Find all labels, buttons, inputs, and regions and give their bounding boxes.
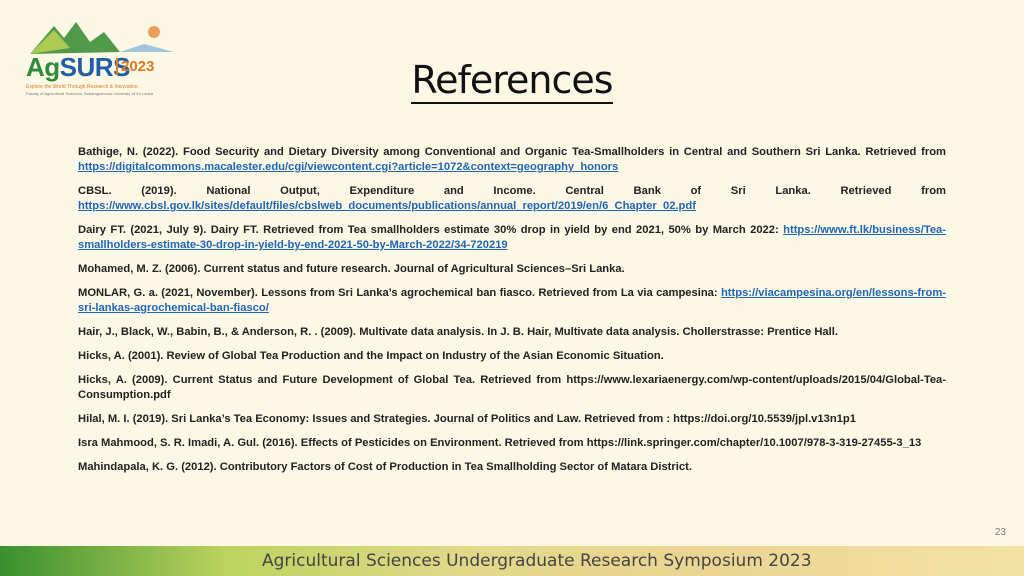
reference-item: Dairy FT. (2021, July 9). Dairy FT. Retr… [78, 223, 946, 253]
footer-text: Agricultural Sciences Undergraduate Rese… [262, 551, 812, 571]
reference-item: Hicks, A. (2009). Current Status and Fut… [78, 373, 946, 403]
reference-item: Hilal, M. I. (2019). Sri Lanka’s Tea Eco… [78, 412, 946, 427]
footer-bar: Agricultural Sciences Undergraduate Rese… [0, 546, 1024, 576]
reference-text: Isra Mahmood, S. R. Imadi, A. Gul. (2016… [78, 437, 922, 449]
reference-text: Mohamed, M. Z. (2006). Current status an… [78, 263, 625, 275]
reference-text: Hicks, A. (2001). Review of Global Tea P… [78, 350, 664, 362]
reference-text: Mahindapala, K. G. (2012). Contributory … [78, 461, 692, 473]
reference-link[interactable]: https://digitalcommons.macalester.edu/cg… [78, 161, 618, 173]
reference-text: Hilal, M. I. (2019). Sri Lanka’s Tea Eco… [78, 413, 856, 425]
reference-item: Mohamed, M. Z. (2006). Current status an… [78, 262, 946, 277]
reference-text: CBSL. (2019). National Output, Expenditu… [78, 185, 946, 197]
reference-item: Isra Mahmood, S. R. Imadi, A. Gul. (2016… [78, 436, 946, 451]
reference-text: Dairy FT. (2021, July 9). Dairy FT. Retr… [78, 224, 784, 236]
reference-item: Hair, J., Black, W., Babin, B., & Anders… [78, 325, 946, 340]
reference-item: Mahindapala, K. G. (2012). Contributory … [78, 460, 946, 475]
reference-text: Hicks, A. (2009). Current Status and Fut… [78, 374, 946, 401]
reference-text: Hair, J., Black, W., Babin, B., & Anders… [78, 326, 838, 338]
page-title-text: References [411, 58, 614, 104]
reference-item: MONLAR, G. a. (2021, November). Lessons … [78, 286, 946, 316]
reference-text: MONLAR, G. a. (2021, November). Lessons … [78, 287, 721, 299]
reference-text: Bathige, N. (2022). Food Security and Di… [78, 146, 946, 158]
reference-link[interactable]: https://www.cbsl.gov.lk/sites/default/fi… [78, 200, 696, 212]
reference-item: Bathige, N. (2022). Food Security and Di… [78, 145, 946, 175]
page-number: 23 [994, 527, 1006, 538]
reference-item: Hicks, A. (2001). Review of Global Tea P… [78, 349, 946, 364]
reference-list: Bathige, N. (2022). Food Security and Di… [78, 145, 946, 484]
reference-item: CBSL. (2019). National Output, Expenditu… [78, 184, 946, 214]
page-title: References [0, 58, 1024, 104]
